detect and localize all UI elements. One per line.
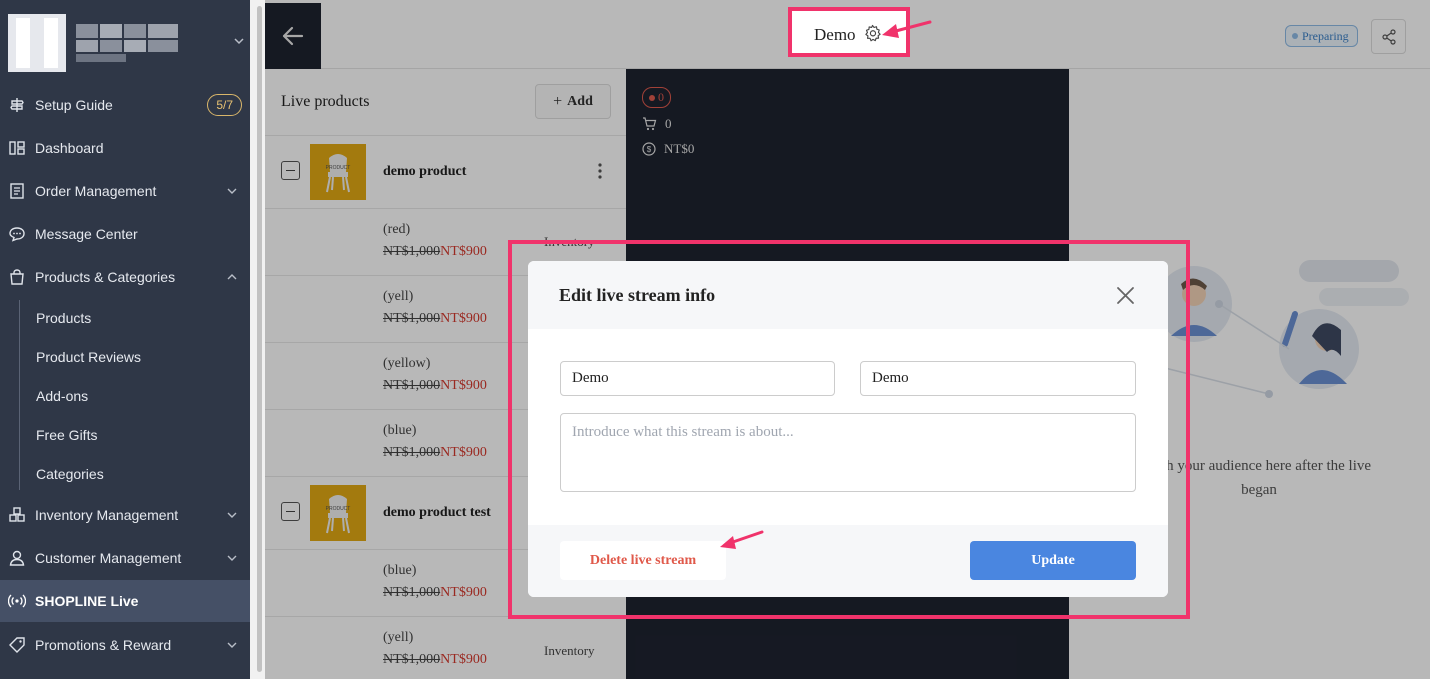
sidebar-item-label: Order Management: [35, 183, 157, 199]
sidebar-item-label: Promotions & Reward: [35, 637, 172, 653]
sidebar-item-promotions-reward[interactable]: Promotions & Reward: [0, 625, 250, 665]
chat-bubble-icon: [9, 227, 25, 242]
progress-badge: 5/7: [207, 94, 242, 116]
sidebar-subitem-add-ons[interactable]: Add-ons: [36, 388, 88, 404]
store-logo[interactable]: [8, 14, 248, 72]
sidebar-item-label: Setup Guide: [35, 97, 113, 113]
chevron-down-icon: [227, 555, 237, 561]
sidebar-subitem-product-reviews[interactable]: Product Reviews: [36, 349, 141, 365]
sidebar-item-setup-guide[interactable]: Setup Guide 5/7: [0, 85, 250, 125]
sidebar-item-label: Customer Management: [35, 550, 182, 566]
sidebar: Setup Guide 5/7 Dashboard Order Manageme…: [0, 0, 250, 679]
sidebar-scrollbar[interactable]: [250, 0, 265, 679]
callout-arrow-icon: [720, 530, 764, 549]
tag-icon: [9, 637, 25, 653]
callout-arrow-icon: [882, 20, 932, 38]
sidebar-item-inventory-management[interactable]: Inventory Management: [0, 495, 250, 535]
sidebar-item-label: Message Center: [35, 226, 138, 242]
sidebar-subitem-products[interactable]: Products: [36, 310, 91, 326]
sidebar-item-message-center[interactable]: Message Center: [0, 214, 250, 254]
sidebar-item-label: SHOPLINE Live: [35, 593, 139, 609]
document-icon: [10, 183, 24, 199]
sidebar-item-label: Dashboard: [35, 140, 104, 156]
user-icon: [9, 550, 25, 566]
sidebar-item-order-management[interactable]: Order Management: [0, 171, 250, 211]
highlight-box-modal: [508, 240, 1190, 619]
sidebar-subitem-free-gifts[interactable]: Free Gifts: [36, 427, 97, 443]
sidebar-item-label: Products & Categories: [35, 269, 176, 285]
chevron-down-icon: [227, 642, 237, 648]
sidebar-item-products-categories[interactable]: Products & Categories: [0, 257, 250, 297]
chevron-down-icon: [227, 188, 237, 194]
sidebar-item-customer-management[interactable]: Customer Management: [0, 538, 250, 578]
sidebar-item-label: Inventory Management: [35, 507, 179, 523]
chevron-down-icon: [227, 512, 237, 518]
dashboard-icon: [9, 141, 25, 155]
broadcast-icon: [8, 594, 26, 608]
inventory-boxes-icon: [9, 507, 25, 522]
sidebar-subitem-categories[interactable]: Categories: [36, 466, 104, 482]
sidebar-item-shopline-live[interactable]: SHOPLINE Live: [0, 580, 250, 622]
chevron-up-icon: [227, 274, 237, 280]
chevron-down-icon[interactable]: [234, 36, 244, 46]
submenu-guide-line: [19, 300, 20, 490]
sidebar-item-dashboard[interactable]: Dashboard: [0, 128, 250, 168]
signpost-icon: [10, 98, 24, 112]
shopping-bag-icon: [10, 269, 24, 285]
